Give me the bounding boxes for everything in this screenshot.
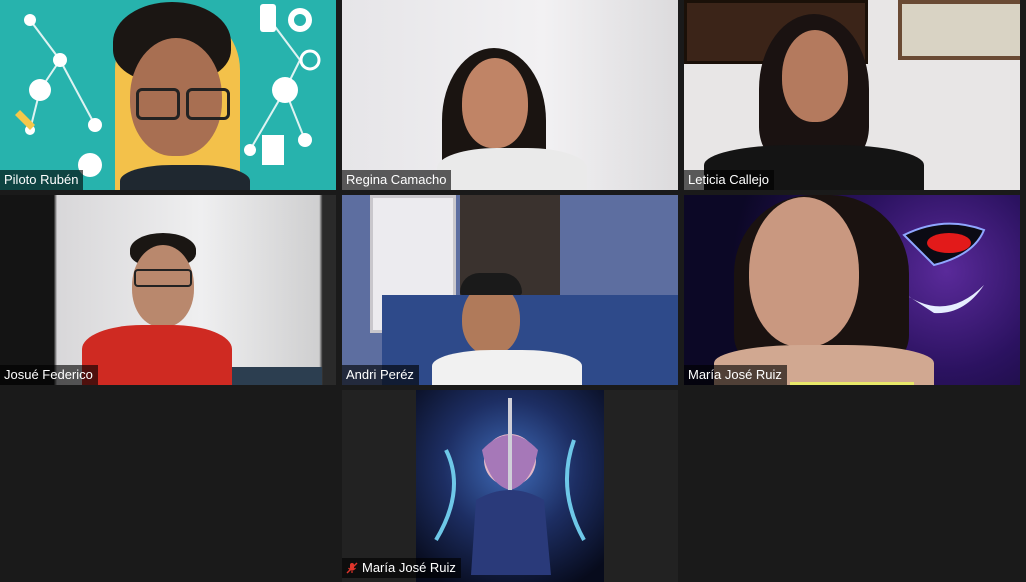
shirt (120, 165, 250, 190)
face (749, 197, 859, 347)
glasses-right (186, 88, 230, 120)
participant-name-label: Piloto Rubén (0, 170, 84, 190)
participant-name-label: María José Ruiz (684, 365, 787, 385)
face (782, 30, 848, 122)
participant-tile-4[interactable]: Josué Federico (0, 195, 336, 385)
red-shirt (82, 325, 232, 385)
shirt (432, 350, 582, 385)
face (462, 58, 528, 148)
cushion (232, 367, 322, 385)
muted-microphone-icon (346, 562, 358, 574)
participant-name-label: Regina Camacho (342, 170, 452, 190)
anime-artwork (434, 398, 586, 575)
glasses-left (136, 88, 180, 120)
participant-tile-6[interactable]: María José Ruiz (684, 195, 1020, 385)
shirt (437, 148, 587, 190)
participant-tile-7[interactable]: María José Ruiz (342, 390, 678, 582)
participant-name-label: Leticia Callejo (684, 170, 774, 190)
participant-tile-5[interactable]: Andri Peréz (342, 195, 678, 385)
participant-tile-1[interactable]: Piloto Rubén (0, 0, 336, 190)
wall-picture-right (898, 0, 1020, 60)
video-gallery: Piloto Rubén Regina Camacho Leticia Call… (0, 0, 1026, 582)
participant-tile-3[interactable]: Leticia Callejo (684, 0, 1020, 190)
speaking-indicator (790, 382, 914, 385)
profile-picture (416, 390, 604, 582)
participant-name-label: Josué Federico (0, 365, 98, 385)
participant-name-label: María José Ruiz (342, 558, 461, 578)
cap (460, 273, 522, 295)
glasses (134, 269, 192, 287)
participant-name-label: Andri Peréz (342, 365, 419, 385)
participant-tile-2[interactable]: Regina Camacho (342, 0, 678, 190)
